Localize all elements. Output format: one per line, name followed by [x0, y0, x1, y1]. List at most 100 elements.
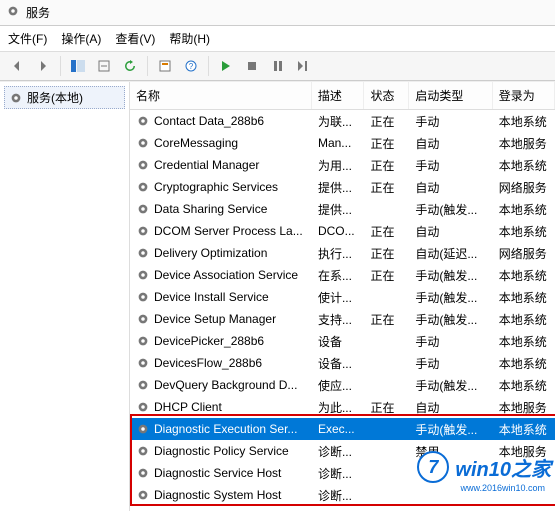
cell-name: DevicesFlow_288b6 — [130, 356, 312, 370]
cell-name: Device Install Service — [130, 290, 312, 304]
cell-status: 正在 — [365, 179, 410, 196]
col-start[interactable]: 启动类型 — [409, 82, 492, 109]
cell-desc: 在系... — [312, 267, 365, 284]
cell-start: 手动(触发... — [409, 421, 492, 438]
table-row[interactable]: Diagnostic Execution Ser...Exec... 手动(触发.… — [130, 418, 555, 440]
gear-icon — [136, 136, 150, 150]
gear-icon — [136, 334, 150, 348]
cell-desc: 提供... — [312, 179, 365, 196]
cell-start: 自动 — [409, 223, 492, 240]
cell-start: 手动(触发... — [409, 289, 492, 306]
cell-start: 手动 — [409, 157, 492, 174]
cell-logon: 本地系统 — [493, 311, 555, 328]
cell-logon: 本地服务 — [493, 135, 555, 152]
back-button[interactable] — [6, 55, 28, 77]
pause-service-button[interactable] — [267, 55, 289, 77]
menu-file[interactable]: 文件(F) — [8, 30, 47, 47]
tree-node-services-local[interactable]: 服务(本地) — [4, 86, 125, 109]
service-name: Cryptographic Services — [154, 180, 278, 194]
col-logon[interactable]: 登录为 — [493, 82, 555, 109]
toolbar: ? — [0, 52, 555, 81]
start-service-button[interactable] — [215, 55, 237, 77]
cell-desc: 支持... — [312, 311, 365, 328]
forward-button[interactable] — [32, 55, 54, 77]
tree-node-label: 服务(本地) — [27, 89, 83, 106]
table-row[interactable]: Credential Manager为用...正在手动本地系统 — [130, 154, 555, 176]
refresh-button[interactable] — [119, 55, 141, 77]
table-row[interactable]: Data Sharing Service提供...手动(触发...本地系统 — [130, 198, 555, 220]
menu-action[interactable]: 操作(A) — [61, 30, 101, 47]
col-desc[interactable]: 描述 — [312, 82, 365, 109]
cell-desc: 诊断... — [312, 443, 365, 460]
table-row[interactable]: Device Association Service在系...正在手动(触发..… — [130, 264, 555, 286]
table-row[interactable]: DCOM Server Process La...DCO...正在自动本地系统 — [130, 220, 555, 242]
cell-logon: 本地服务 — [493, 399, 555, 416]
cell-desc: 执行... — [312, 245, 365, 262]
cell-name: Diagnostic Service Host — [130, 466, 312, 480]
cell-start: 手动 — [409, 355, 492, 372]
cell-name: DCOM Server Process La... — [130, 224, 312, 238]
cell-status: 正在 — [365, 267, 410, 284]
gear-icon — [136, 312, 150, 326]
cell-name: Device Association Service — [130, 268, 312, 282]
table-row[interactable]: DevQuery Background D...使应...手动(触发...本地系… — [130, 374, 555, 396]
cell-desc: 设备 — [312, 333, 365, 350]
cell-logon: 网络服务 — [493, 245, 555, 262]
cell-logon: 本地服务 — [493, 443, 555, 460]
gear-icon — [136, 246, 150, 260]
service-name: Credential Manager — [154, 158, 259, 172]
table-row[interactable]: CoreMessagingMan...正在自动本地服务 — [130, 132, 555, 154]
properties-button[interactable] — [154, 55, 176, 77]
cell-name: Diagnostic Execution Ser... — [130, 422, 312, 436]
help-button[interactable]: ? — [180, 55, 202, 77]
menu-view[interactable]: 查看(V) — [115, 30, 155, 47]
cell-name: DHCP Client — [130, 400, 312, 414]
cell-desc: Exec... — [312, 422, 365, 436]
gear-icon — [136, 158, 150, 172]
show-hide-tree-button[interactable] — [67, 55, 89, 77]
table-row[interactable]: Distributed Link Tracking...维护...正在自动本地系… — [130, 506, 555, 511]
service-name: Diagnostic Service Host — [154, 466, 281, 480]
restart-service-button[interactable] — [293, 55, 315, 77]
table-row[interactable]: Contact Data_288b6为联...正在手动本地系统 — [130, 110, 555, 132]
gear-icon — [136, 400, 150, 414]
table-row[interactable]: Delivery Optimization执行...正在自动(延迟...网络服务 — [130, 242, 555, 264]
cell-name: DevicePicker_288b6 — [130, 334, 312, 348]
cell-start: 自动(延迟... — [409, 245, 492, 262]
table-row[interactable]: Diagnostic Policy Service诊断...禁用本地服务 — [130, 440, 555, 462]
col-name[interactable]: 名称 — [130, 82, 312, 109]
separator — [60, 56, 61, 76]
cell-logon: 本地系统 — [493, 355, 555, 372]
table-row[interactable]: DHCP Client为此...正在自动本地服务 — [130, 396, 555, 418]
cell-name: Contact Data_288b6 — [130, 114, 312, 128]
table-row[interactable]: Diagnostic Service Host诊断... — [130, 462, 555, 484]
service-name: DCOM Server Process La... — [154, 224, 303, 238]
table-row[interactable]: Device Install Service使计...手动(触发...本地系统 — [130, 286, 555, 308]
col-status[interactable]: 状态 — [364, 82, 409, 109]
table-row[interactable]: DevicesFlow_288b6设备...手动本地系统 — [130, 352, 555, 374]
cell-logon: 本地系统 — [493, 267, 555, 284]
table-row[interactable]: Device Setup Manager支持...正在手动(触发...本地系统 — [130, 308, 555, 330]
cell-status: 正在 — [365, 113, 410, 130]
table-row[interactable]: Cryptographic Services提供...正在自动网络服务 — [130, 176, 555, 198]
cell-name: Data Sharing Service — [130, 202, 312, 216]
gear-icon — [136, 202, 150, 216]
menu-help[interactable]: 帮助(H) — [169, 30, 210, 47]
cell-name: Diagnostic System Host — [130, 488, 312, 502]
cell-start: 自动 — [409, 135, 492, 152]
table-row[interactable]: DevicePicker_288b6设备 手动本地系统 — [130, 330, 555, 352]
export-button[interactable] — [93, 55, 115, 77]
cell-start: 手动 — [409, 333, 492, 350]
service-name: Device Setup Manager — [154, 312, 276, 326]
cell-name: Device Setup Manager — [130, 312, 312, 326]
cell-desc: 使应... — [312, 377, 365, 394]
gear-icon — [136, 488, 150, 502]
separator — [208, 56, 209, 76]
table-row[interactable]: Diagnostic System Host诊断... — [130, 484, 555, 506]
stop-service-button[interactable] — [241, 55, 263, 77]
service-name: Device Install Service — [154, 290, 269, 304]
cell-start: 自动 — [409, 399, 492, 416]
cell-logon: 本地系统 — [493, 377, 555, 394]
cell-logon: 本地系统 — [493, 333, 555, 350]
cell-desc: 使计... — [312, 289, 365, 306]
